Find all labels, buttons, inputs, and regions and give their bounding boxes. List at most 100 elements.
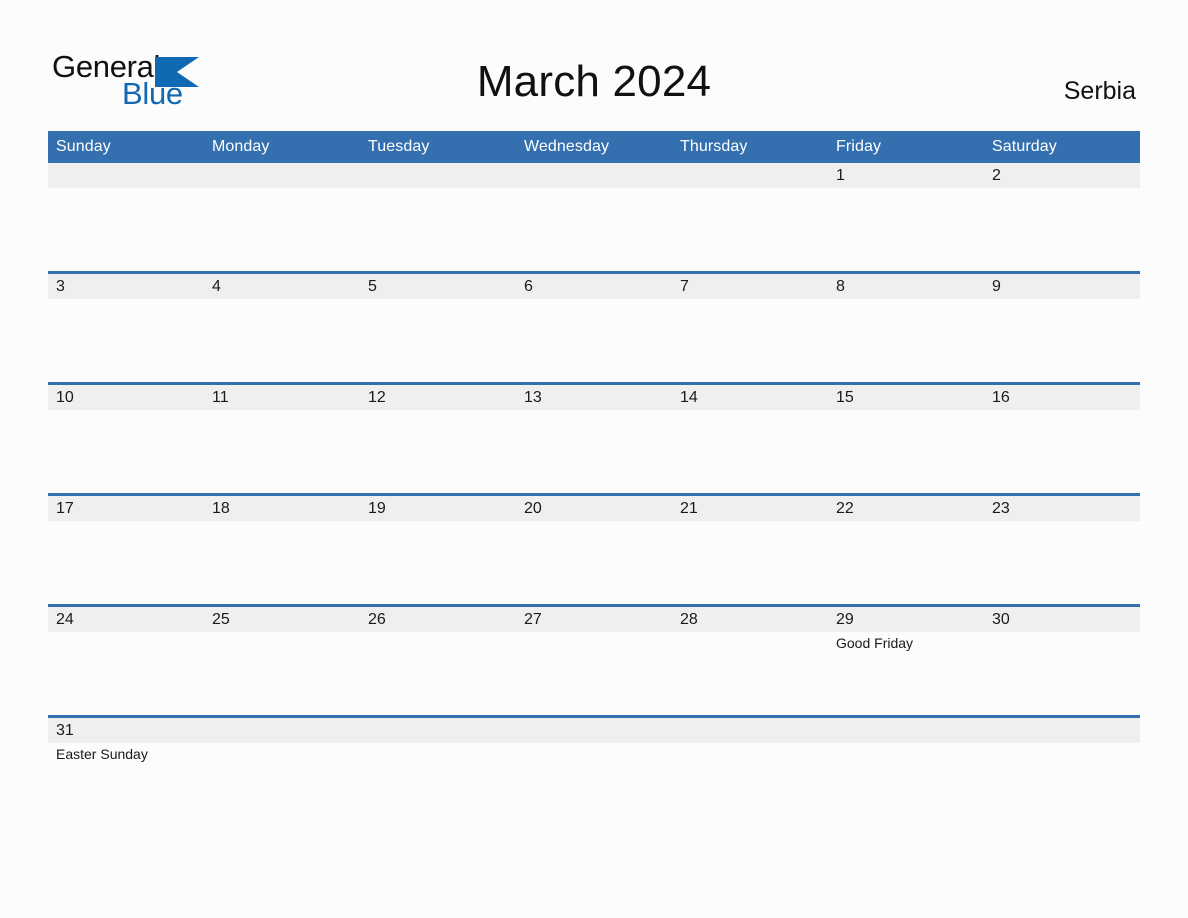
day-cell[interactable]: 10 <box>48 385 204 493</box>
day-number: 1 <box>836 167 845 184</box>
holiday-label: Good Friday <box>836 635 914 651</box>
weekday-header-thursday: Thursday <box>680 138 748 155</box>
day-cell-empty <box>672 163 828 271</box>
day-cell[interactable]: 29 Good Friday <box>828 607 984 715</box>
week-day-cells: 31 Easter Sunday <box>48 718 1140 826</box>
weekday-header-monday: Monday <box>212 138 270 155</box>
page-header: General Blue March 2024 Serbia <box>0 0 1188 131</box>
week-row: 24 25 26 27 28 29 Good Friday 30 <box>48 604 1140 715</box>
day-number: 2 <box>992 167 1001 184</box>
day-cell[interactable]: 6 <box>516 274 672 382</box>
day-cell[interactable]: 3 <box>48 274 204 382</box>
day-cell[interactable]: 1 <box>828 163 984 271</box>
week-row-inner: 12 <box>48 163 1140 271</box>
day-cell[interactable]: 18 <box>204 496 360 604</box>
day-cell[interactable]: 11 <box>204 385 360 493</box>
day-number: 13 <box>524 389 542 406</box>
day-number: 6 <box>524 278 533 295</box>
day-events: Good Friday <box>836 634 982 652</box>
day-cell-empty <box>516 163 672 271</box>
week-row: 3 4 5 6 7 8 9 <box>48 271 1140 382</box>
day-cell-empty <box>360 718 516 826</box>
day-number: 12 <box>368 389 386 406</box>
day-number: 4 <box>212 278 221 295</box>
calendar-weeks: 1 2 3 4 5 6 7 8 9 10 11 12 13 14 15 16 17 18 19 20 21 22 23 24 2… <box>48 163 1140 826</box>
week-day-cells: 24 25 26 27 28 29 Good Friday 30 <box>48 607 1140 715</box>
week-row-inner: 10 11 12 13 14 15 16 <box>48 385 1140 493</box>
day-cell[interactable]: 28 <box>672 607 828 715</box>
day-cell-empty <box>828 718 984 826</box>
day-number: 15 <box>836 389 854 406</box>
day-events: Easter Sunday <box>56 745 202 763</box>
week-row-inner: 3 4 5 6 7 8 9 <box>48 274 1140 382</box>
day-cell-empty <box>204 718 360 826</box>
day-number: 14 <box>680 389 698 406</box>
day-cell-empty <box>516 718 672 826</box>
day-cell[interactable]: 13 <box>516 385 672 493</box>
day-cell[interactable]: 16 <box>984 385 1140 493</box>
day-cell-empty <box>984 718 1140 826</box>
week-day-cells: 10 11 12 13 14 15 16 <box>48 385 1140 493</box>
week-row: 10 11 12 13 14 15 16 <box>48 382 1140 493</box>
day-number: 20 <box>524 500 542 517</box>
day-number: 24 <box>56 611 74 628</box>
day-cell[interactable]: 22 <box>828 496 984 604</box>
region-label: Serbia <box>1063 77 1136 105</box>
week-row: 31 Easter Sunday <box>48 715 1140 826</box>
day-cell[interactable]: 25 <box>204 607 360 715</box>
day-cell[interactable]: 15 <box>828 385 984 493</box>
day-cell[interactable]: 27 <box>516 607 672 715</box>
weekday-header-saturday: Saturday <box>992 138 1057 155</box>
week-row-inner: 31 Easter Sunday <box>48 718 1140 826</box>
week-row-inner: 17 18 19 20 21 22 23 <box>48 496 1140 604</box>
page-title: March 2024 <box>476 57 712 106</box>
week-day-cells: 12 <box>48 163 1140 271</box>
weekday-header-wednesday: Wednesday <box>524 138 610 155</box>
day-number: 8 <box>836 278 845 295</box>
day-number: 7 <box>680 278 689 295</box>
day-number: 19 <box>368 500 386 517</box>
day-number: 23 <box>992 500 1010 517</box>
day-cell[interactable]: 14 <box>672 385 828 493</box>
day-number: 26 <box>368 611 386 628</box>
day-cell-empty <box>204 163 360 271</box>
week-day-cells: 17 18 19 20 21 22 23 <box>48 496 1140 604</box>
day-cell[interactable]: 2 <box>984 163 1140 271</box>
day-number: 16 <box>992 389 1010 406</box>
day-cell[interactable]: 30 <box>984 607 1140 715</box>
day-cell[interactable]: 12 <box>360 385 516 493</box>
day-cell[interactable]: 20 <box>516 496 672 604</box>
day-number: 27 <box>524 611 542 628</box>
day-cell-empty <box>48 163 204 271</box>
day-cell[interactable]: 9 <box>984 274 1140 382</box>
day-number: 31 <box>56 722 74 739</box>
week-row: 17 18 19 20 21 22 23 <box>48 493 1140 604</box>
day-number: 30 <box>992 611 1010 628</box>
day-cell-empty <box>672 718 828 826</box>
day-cell[interactable]: 24 <box>48 607 204 715</box>
day-cell[interactable]: 26 <box>360 607 516 715</box>
calendar-grid: Sunday Monday Tuesday Wednesday Thursday… <box>48 131 1140 826</box>
day-number: 9 <box>992 278 1001 295</box>
day-cell[interactable]: 5 <box>360 274 516 382</box>
weekday-header-sunday: Sunday <box>56 138 111 155</box>
day-cell[interactable]: 21 <box>672 496 828 604</box>
day-cell[interactable]: 23 <box>984 496 1140 604</box>
day-cell[interactable]: 19 <box>360 496 516 604</box>
weekday-header-row: Sunday Monday Tuesday Wednesday Thursday… <box>48 131 1140 163</box>
holiday-label: Easter Sunday <box>56 746 148 762</box>
day-number: 28 <box>680 611 698 628</box>
week-row-inner: 24 25 26 27 28 29 Good Friday 30 <box>48 607 1140 715</box>
day-number: 21 <box>680 500 698 517</box>
week-day-cells: 3 4 5 6 7 8 9 <box>48 274 1140 382</box>
day-number: 25 <box>212 611 230 628</box>
day-cell-empty <box>360 163 516 271</box>
weekday-header-tuesday: Tuesday <box>368 138 430 155</box>
day-number: 5 <box>368 278 377 295</box>
day-cell[interactable]: 17 <box>48 496 204 604</box>
day-cell[interactable]: 31 Easter Sunday <box>48 718 204 826</box>
day-number: 29 <box>836 611 854 628</box>
day-cell[interactable]: 4 <box>204 274 360 382</box>
day-cell[interactable]: 7 <box>672 274 828 382</box>
day-cell[interactable]: 8 <box>828 274 984 382</box>
